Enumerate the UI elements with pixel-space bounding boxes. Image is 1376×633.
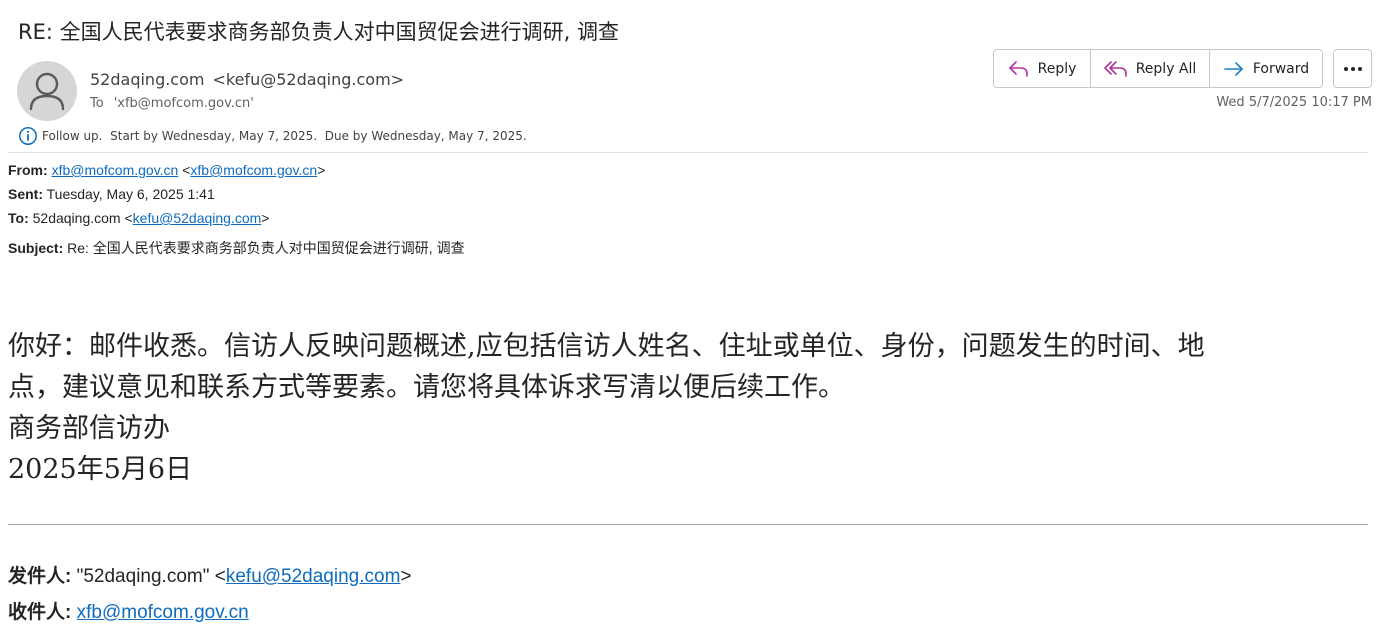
footer-recipient: 收件人: xfb@mofcom.gov.cn [8, 597, 249, 624]
reply-button[interactable]: Reply [994, 50, 1091, 87]
quoted-sent: Sent: Tuesday, May 6, 2025 1:41 [8, 186, 215, 202]
to-value[interactable]: 'xfb@mofcom.gov.cn' [114, 96, 254, 111]
quoted-to-label: To: [8, 210, 29, 226]
message-subject: RE: 全国人民代表要求商务部负责人对中国贸促会进行调研, 调查 [18, 20, 619, 44]
sender-line[interactable]: 52daqing.com <kefu@52daqing.com> [90, 70, 404, 89]
body-line-2: 点，建议意见和联系方式等要素。请您将具体诉求写清以便后续工作。 [8, 372, 845, 403]
footer-sender-label: 发件人: [8, 566, 72, 587]
body-line-4: 2025年5月6日 [8, 454, 193, 485]
to-label: To [90, 96, 104, 111]
quoted-from: From: xfb@mofcom.gov.cn <xfb@mofcom.gov.… [8, 162, 326, 178]
quoted-subject-value: Re: 全国人民代表要求商务部负责人对中国贸促会进行调研, 调查 [67, 240, 465, 256]
forward-arrow-icon [1224, 61, 1243, 76]
reply-icon [1008, 60, 1028, 77]
from-link[interactable]: xfb@mofcom.gov.cn [52, 162, 179, 178]
recipient-line: To 'xfb@mofcom.gov.cn' [90, 96, 254, 111]
info-icon [19, 127, 37, 145]
footer-sender: 发件人: "52daqing.com" <kefu@52daqing.com> [8, 566, 412, 587]
reply-all-button[interactable]: Reply All [1091, 50, 1210, 87]
sender-name[interactable]: 52daqing.com [90, 70, 204, 89]
message-date: Wed 5/7/2025 10:17 PM [1216, 95, 1372, 110]
footer-sender-link[interactable]: kefu@52daqing.com [226, 566, 401, 587]
quoted-to-link[interactable]: kefu@52daqing.com [133, 210, 262, 226]
footer-sender-name: "52daqing.com" [76, 566, 210, 587]
followup-flag: Follow up. Start by Wednesday, May 7, 20… [18, 126, 527, 146]
reply-all-label: Reply All [1135, 60, 1197, 77]
body-line-3: 商务部信访办 [8, 413, 170, 444]
message-actions: Reply Reply All Forward [993, 49, 1323, 88]
quoted-to: To: 52daqing.com <kefu@52daqing.com> [8, 210, 270, 226]
footer-recipient-link[interactable]: xfb@mofcom.gov.cn [77, 602, 249, 623]
header-divider [8, 152, 1368, 153]
sent-value: Tuesday, May 6, 2025 1:41 [46, 186, 215, 202]
quoted-subject-label: Subject: [8, 240, 64, 256]
body-line-1: 你好：邮件收悉。信访人反映问题概述,应包括信访人姓名、住址或单位、身份，问题发生… [8, 331, 1205, 362]
footer-recipient-label: 收件人: [8, 602, 72, 623]
more-actions-button[interactable] [1333, 49, 1372, 88]
followup-text: Follow up. Start by Wednesday, May 7, 20… [42, 129, 527, 143]
quoted-subject: Subject: Re: 全国人民代表要求商务部负责人对中国贸促会进行调研, 调… [8, 238, 465, 258]
ellipsis-icon [1343, 66, 1362, 71]
quoted-to-name: 52daqing.com [32, 210, 121, 226]
sent-label: Sent: [8, 186, 43, 202]
body-divider [8, 524, 1368, 525]
from-link-bracketed[interactable]: xfb@mofcom.gov.cn [190, 162, 317, 178]
person-icon [29, 72, 65, 111]
forward-button[interactable]: Forward [1210, 50, 1322, 87]
reply-label: Reply [1037, 60, 1077, 77]
sender-email[interactable]: <kefu@52daqing.com> [212, 70, 404, 89]
from-label: From: [8, 162, 48, 178]
forward-label: Forward [1252, 60, 1310, 77]
reply-all-icon [1103, 60, 1127, 77]
message-body: 你好：邮件收悉。信访人反映问题概述,应包括信访人姓名、住址或单位、身份，问题发生… [8, 326, 1376, 490]
avatar[interactable] [17, 61, 77, 121]
